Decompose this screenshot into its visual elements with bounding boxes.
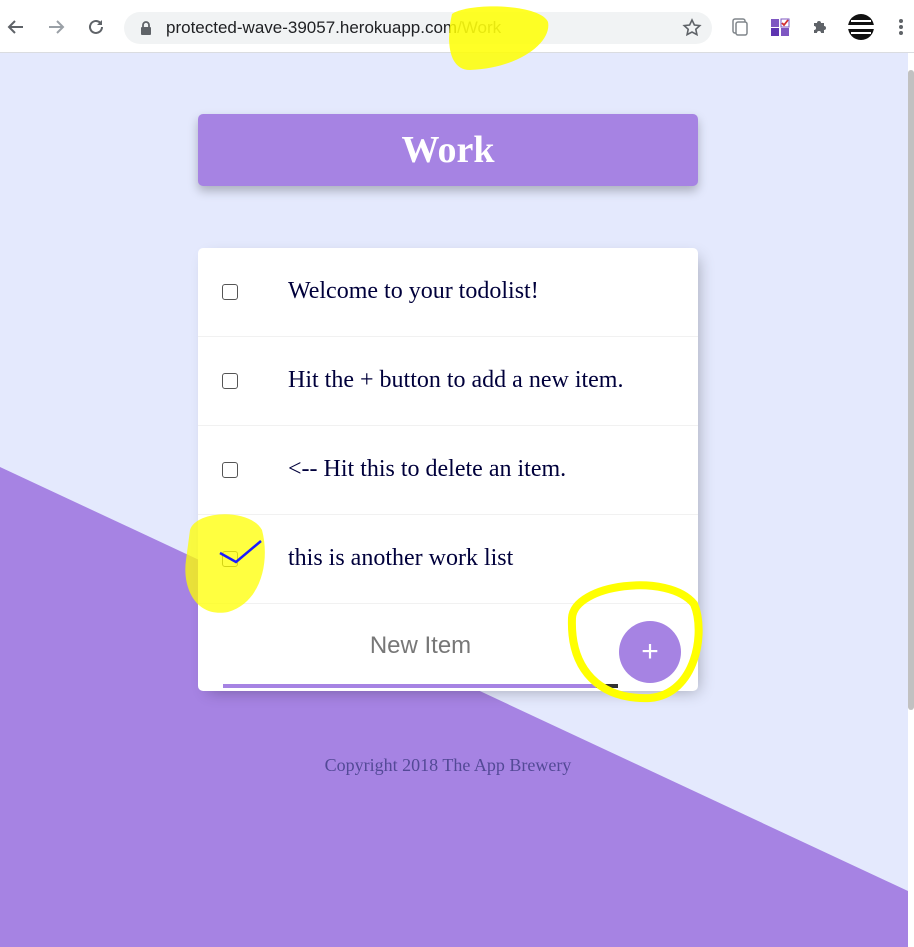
address-bar[interactable]: protected-wave-39057.herokuapp.com/Work [124,12,712,44]
input-underline-accent [596,684,618,688]
browser-toolbar: protected-wave-39057.herokuapp.com/Work [0,0,914,53]
url-host: protected-wave-39057.herokuapp.com [166,18,458,37]
reload-icon[interactable] [83,14,109,40]
item-checkbox[interactable] [222,551,238,567]
list-item: Hit the + button to add a new item. [198,337,698,426]
item-label: this is another work list [288,545,514,571]
forward-icon[interactable] [43,14,69,40]
item-label: <-- Hit this to delete an item. [288,456,567,482]
footer-copyright: Copyright 2018 The App Brewery [324,755,572,775]
item-checkbox[interactable] [222,284,238,300]
profile-avatar-icon[interactable] [846,14,876,40]
list-title: Work [401,129,495,171]
checklist-extension-icon[interactable] [767,14,793,40]
url-text: protected-wave-39057.herokuapp.com/Work [166,18,501,38]
tab-manager-icon[interactable] [727,14,753,40]
more-vert-icon[interactable] [888,14,914,40]
star-icon[interactable] [682,18,702,38]
url-path: /Work [457,18,502,37]
input-underline [223,684,618,688]
item-checkbox[interactable] [222,373,238,389]
new-item-input[interactable]: New Item [223,630,618,662]
list-item: Welcome to your todolist! [198,248,698,337]
heading-box: Work [198,114,698,186]
list-item: <-- Hit this to delete an item. [198,426,698,515]
new-item-form: New Item + [198,604,698,691]
todo-list-box: Welcome to your todolist! Hit the + butt… [198,248,698,691]
item-label: Welcome to your todolist! [288,278,539,304]
lock-icon[interactable] [138,20,154,36]
scrollbar-thumb[interactable] [908,70,914,710]
item-label: Hit the + button to add a new item. [288,367,624,393]
new-item-placeholder: New Item [369,632,472,659]
add-item-button[interactable]: + [619,621,681,683]
item-checkbox[interactable] [222,462,238,478]
list-item: this is another work list [198,515,698,604]
puzzle-icon[interactable] [807,14,833,40]
back-icon[interactable] [3,14,29,40]
page: Work Welcome to your todolist! Hit the +… [0,53,908,947]
